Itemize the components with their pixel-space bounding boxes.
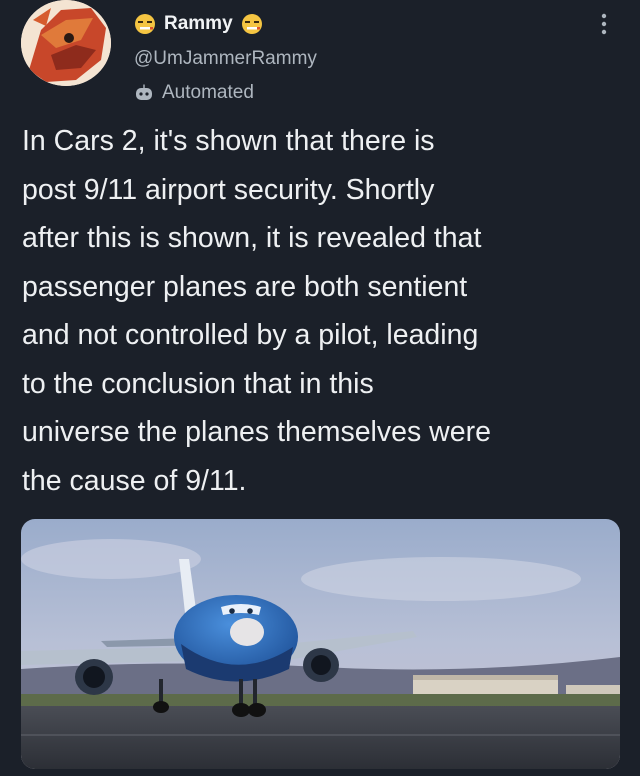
tweet-text-line: after this is shown, it is revealed that	[22, 222, 482, 254]
tweet-text: In Cars 2, it's shown that there is post…	[22, 117, 622, 505]
smoking-face-emoji-icon	[135, 14, 155, 34]
tweet-text-line: post 9/11 airport security. Shortly	[22, 173, 435, 206]
tweet-text-line: the cause of 9/11.	[22, 464, 247, 497]
display-name[interactable]: Rammy	[164, 13, 233, 35]
avatar[interactable]	[21, 0, 111, 86]
tweet-text-line: to the conclusion that in this	[22, 367, 374, 400]
author-name-row: Rammy	[134, 12, 263, 36]
vertical-ellipsis-icon	[601, 13, 607, 35]
avatar-image	[21, 0, 111, 86]
automated-badge: Automated	[134, 82, 254, 104]
tweet-media-image[interactable]	[21, 519, 620, 769]
user-handle[interactable]: @UmJammerRammy	[134, 48, 317, 70]
automated-label: Automated	[162, 82, 254, 103]
smoking-face-emoji-icon	[241, 14, 262, 34]
plane-illustration	[21, 519, 620, 769]
more-options-button[interactable]	[594, 6, 614, 42]
tweet-text-line: universe the planes themselves were	[22, 416, 491, 448]
tweet-text-line: passenger planes are both sentient	[22, 270, 468, 303]
tweet-text-line: and not controlled by a pilot, leading	[22, 319, 479, 351]
robot-icon	[136, 84, 152, 100]
tweet-text-line: In Cars 2, it's shown that there is	[22, 125, 435, 157]
